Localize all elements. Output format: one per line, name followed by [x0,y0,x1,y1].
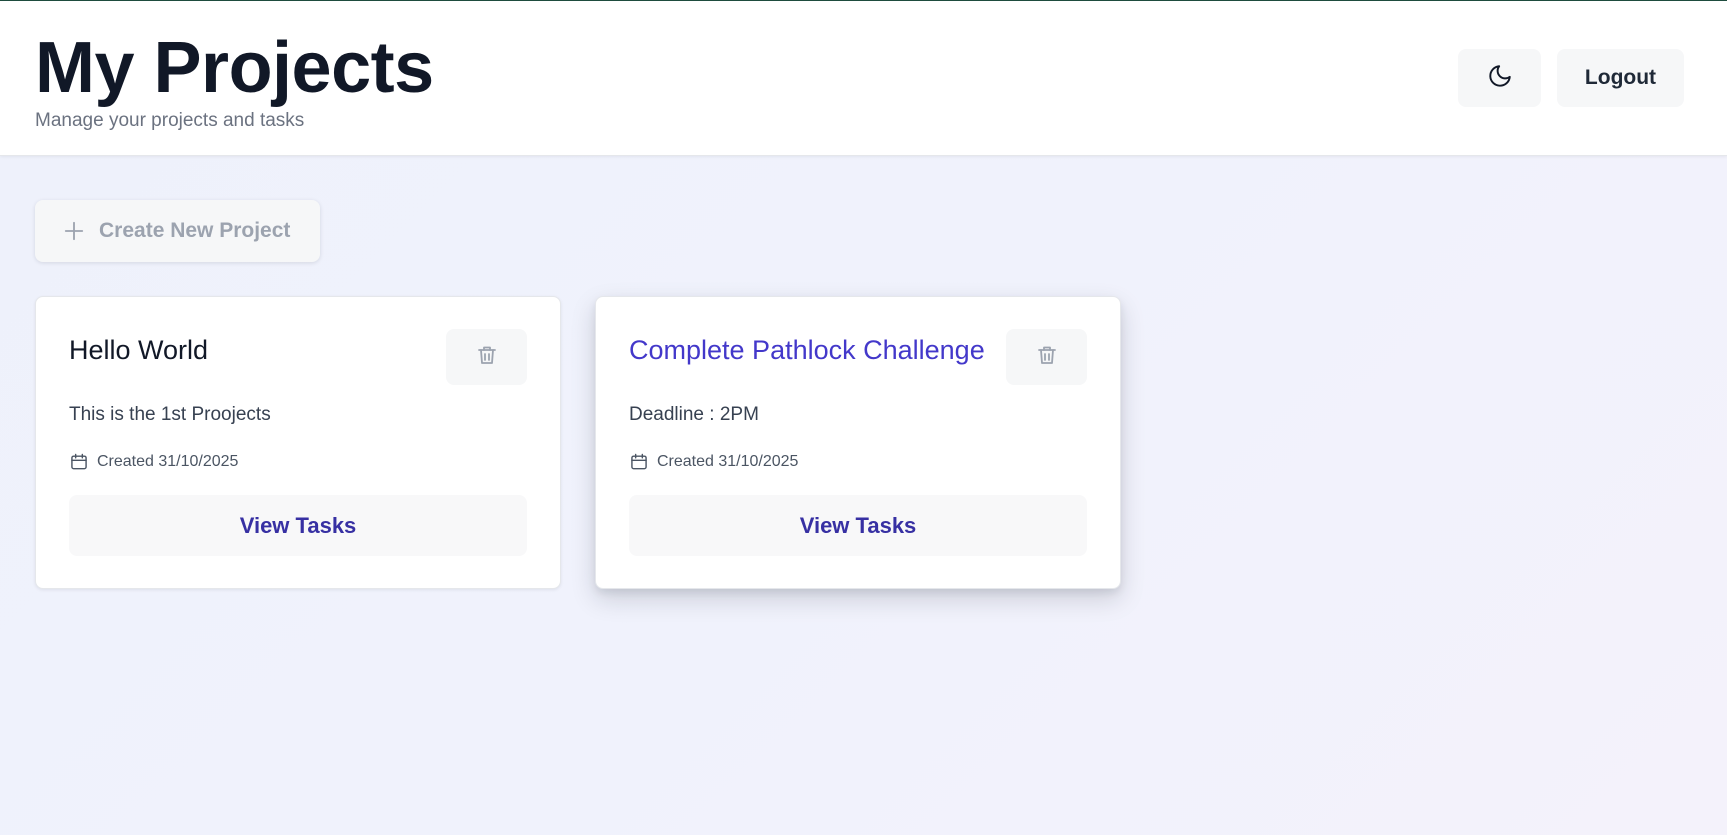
moon-icon [1487,63,1513,94]
create-project-button[interactable]: Create New Project [35,200,320,262]
create-project-label: Create New Project [99,219,291,242]
theme-toggle-button[interactable] [1458,49,1541,107]
app-header: My Projects Manage your projects and tas… [0,1,1727,156]
calendar-icon [69,452,89,472]
view-tasks-button[interactable]: View Tasks [69,495,527,556]
project-title[interactable]: Complete Pathlock Challenge [629,333,985,367]
page-title: My Projects [35,28,434,108]
project-title[interactable]: Hello World [69,333,208,367]
created-label: Created 31/10/2025 [97,453,239,470]
logout-button[interactable]: Logout [1557,49,1684,107]
project-description: This is the 1st Proojects [69,404,271,425]
project-created-date: Created 31/10/2025 [69,452,238,472]
delete-project-button[interactable] [1006,329,1087,385]
created-label: Created 31/10/2025 [657,453,799,470]
trash-icon [475,343,499,372]
delete-project-button[interactable] [446,329,527,385]
project-card: Complete Pathlock Challenge Deadline : 2… [595,296,1121,589]
project-description: Deadline : 2PM [629,404,759,425]
calendar-icon [629,452,649,472]
trash-icon [1035,343,1059,372]
plus-icon [63,220,85,242]
view-tasks-button[interactable]: View Tasks [629,495,1087,556]
project-card: Hello World This is the 1st Proojects Cr… [35,296,561,589]
project-created-date: Created 31/10/2025 [629,452,798,472]
page-subtitle: Manage your projects and tasks [35,110,305,131]
